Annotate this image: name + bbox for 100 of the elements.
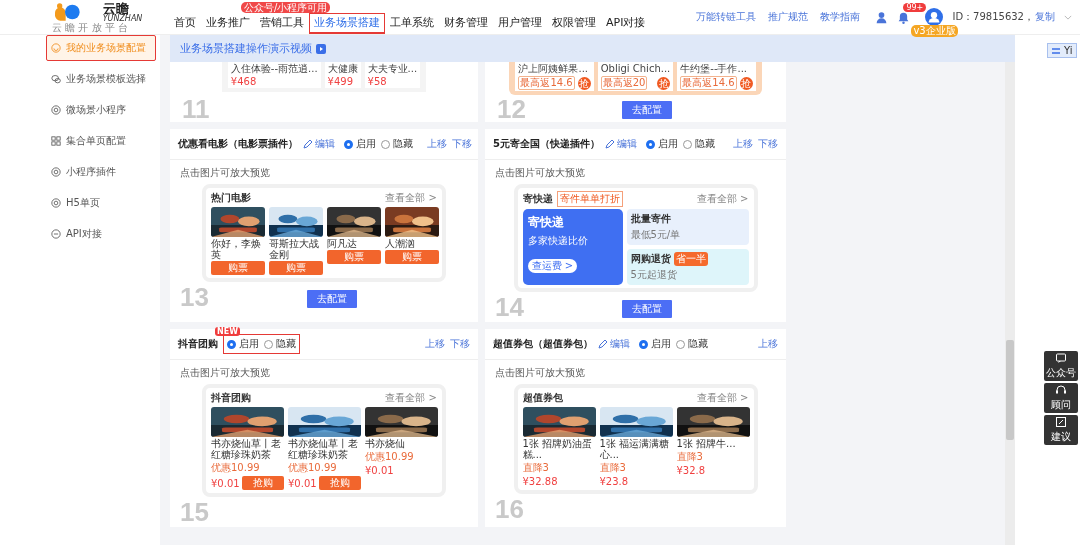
configure-button[interactable]: 去配置 bbox=[621, 300, 672, 318]
tile-title: 寄快递 bbox=[527, 214, 565, 231]
view-all-link: 查看全部 > bbox=[385, 191, 437, 205]
sidebar-item[interactable]: 集合单页配置 bbox=[46, 128, 156, 154]
buy-button: 抢购 bbox=[241, 476, 284, 490]
preview-card[interactable]: 入住体验--雨范逍... ¥468 大健康 ¥499 大夫专业... ¥58 bbox=[221, 62, 427, 92]
preview-card[interactable]: 热门电影 查看全部 > 你好，李焕英 购票 哥斯拉大战金刚 购票 阿凡达 购票 人潮汹 购票 bbox=[202, 184, 446, 282]
price-check-button: 查运费 > bbox=[527, 259, 578, 273]
radio-option[interactable]: 启用 bbox=[227, 337, 259, 351]
pencil-icon bbox=[303, 139, 313, 149]
nav-link[interactable]: 万能转链工具 bbox=[696, 10, 757, 24]
move-link[interactable]: 下移 bbox=[450, 337, 470, 351]
card-title: 超值券包（超值券包） bbox=[493, 337, 593, 351]
move-link[interactable]: 下移 bbox=[758, 137, 778, 151]
pencil-icon bbox=[598, 339, 608, 349]
float-tool-button[interactable]: 公众号 bbox=[1044, 351, 1078, 381]
preview-title: 寄快递 bbox=[522, 192, 553, 206]
radio-option[interactable]: 隐藏 bbox=[682, 137, 715, 151]
edit-link[interactable]: 编辑 bbox=[598, 337, 630, 351]
shop-name: 牛约堡--手作... bbox=[680, 63, 749, 75]
scrollbar-thumb[interactable] bbox=[1006, 340, 1014, 440]
preview-title: 热门电影 bbox=[211, 191, 251, 205]
item-title: 大夫专业... bbox=[367, 63, 418, 75]
item-tag: 优惠10.99 bbox=[288, 461, 361, 475]
float-tool-button[interactable]: 建议 bbox=[1044, 415, 1078, 445]
banner[interactable]: 业务场景搭建操作演示视频 bbox=[170, 35, 1015, 62]
nav-menu-item[interactable]: 用户管理 bbox=[493, 13, 547, 34]
sidebar-item[interactable]: API对接 bbox=[46, 221, 156, 247]
item-price: ¥0.01 bbox=[365, 465, 394, 476]
logo-tagline: 云 瞻 开 放 平 台 bbox=[52, 22, 129, 33]
float-tool-button[interactable]: 顾问 bbox=[1044, 383, 1078, 413]
radio-option[interactable]: 启用 bbox=[344, 137, 376, 151]
avatar-icon[interactable] bbox=[925, 8, 944, 26]
move-link[interactable]: 下移 bbox=[452, 137, 472, 151]
nav-link[interactable]: 推广规范 bbox=[768, 10, 809, 24]
ring-icon bbox=[51, 198, 61, 208]
logo-subtitle: YUNZHAN bbox=[102, 14, 144, 23]
promo-tag: 省一半 bbox=[673, 252, 708, 266]
nav-menu-item[interactable]: 工单系统 bbox=[385, 13, 439, 34]
move-link[interactable]: 上移 bbox=[427, 137, 447, 151]
item-title: 书亦烧仙草丨老红糖珍珠奶茶 bbox=[211, 438, 282, 460]
item-price: ¥468 bbox=[230, 76, 258, 87]
sidebar-item[interactable]: 微场景小程序 bbox=[46, 97, 156, 123]
move-link[interactable]: 上移 bbox=[425, 337, 445, 351]
sidebar-item[interactable]: H5单页 bbox=[46, 190, 156, 216]
preview-card[interactable]: 寄快递 寄件单单打折 查看全部 > 寄快递 多家快递比价 查运费 > 批量寄件 最低5元/单 网购退货 省一半 5元起退货 bbox=[513, 184, 758, 292]
move-link[interactable]: 上移 bbox=[758, 337, 778, 351]
nav-menu-item[interactable]: 营销工具 bbox=[255, 13, 309, 34]
sidebar-item[interactable]: 小程序插件 bbox=[46, 159, 156, 185]
view-all-link: 查看全部 > bbox=[385, 391, 437, 405]
tile-title: 网购退货 bbox=[630, 252, 671, 266]
item-title: 大健康 bbox=[327, 63, 358, 75]
minus-icon bbox=[51, 229, 61, 239]
grab-button: 抢 bbox=[577, 76, 591, 90]
preview-card[interactable]: 抖音团购 查看全部 > 书亦烧仙草丨老红糖珍珠奶茶 优惠10.99 ¥0.01 抢购 书亦烧仙草丨老红糖珍珠奶茶 优惠10.99 ¥0.01 抢购 书亦烧仙 优惠10.99 ¥0.01 bbox=[202, 384, 446, 497]
item-price: ¥32.88 bbox=[522, 476, 558, 487]
item-tag: 优惠10.99 bbox=[211, 461, 284, 475]
move-link[interactable]: 上移 bbox=[733, 137, 753, 151]
shop-name: 沪上阿姨鲜果... bbox=[518, 63, 589, 75]
edit-icon bbox=[1055, 416, 1067, 428]
radio-option[interactable]: 隐藏 bbox=[381, 137, 413, 151]
nav-menu-item[interactable]: 权限管理 bbox=[547, 13, 601, 34]
translate-toggle[interactable]: Yi bbox=[1047, 43, 1077, 58]
item-tag: 直降3 bbox=[522, 461, 596, 475]
bell-icon[interactable] bbox=[897, 10, 911, 24]
tile-subtitle: 多家快递比价 bbox=[527, 234, 589, 248]
rebate-tag: 最高返14.6 bbox=[518, 76, 575, 90]
edit-link[interactable]: 编辑 bbox=[604, 137, 637, 151]
nav-menu-item[interactable]: 财务管理 bbox=[439, 13, 493, 34]
buy-button: 抢购 bbox=[318, 476, 361, 490]
radio-option[interactable]: 启用 bbox=[639, 337, 671, 351]
item-tag: 直降3 bbox=[599, 461, 673, 475]
promo-tag: 寄件单单打折 bbox=[556, 191, 623, 207]
copy-link[interactable]: 复制 bbox=[1035, 10, 1055, 24]
item-title: 你好，李焕英 bbox=[211, 238, 262, 260]
preview-title: 超值券包 bbox=[522, 391, 563, 405]
nav-menu-item[interactable]: API对接 bbox=[601, 13, 651, 34]
tile-subtitle: 5元起退货 bbox=[630, 268, 678, 282]
radio-option[interactable]: 隐藏 bbox=[264, 337, 296, 351]
edit-link[interactable]: 编辑 bbox=[303, 137, 335, 151]
preview-card[interactable]: 沪上阿姨鲜果... 最高返14.6 抢 Obligi Chich... 最高返20 抢 牛约堡--手作... 最高返14.6 抢 bbox=[509, 62, 762, 95]
configure-button[interactable]: 去配置 bbox=[621, 101, 672, 119]
nav-menu-item[interactable]: 业务推广 bbox=[201, 13, 255, 34]
item-title: 入住体验--雨范逍... bbox=[230, 63, 318, 75]
person-icon[interactable] bbox=[875, 10, 889, 24]
radio-option[interactable]: 隐藏 bbox=[676, 337, 708, 351]
pencil-icon bbox=[604, 139, 615, 149]
preview-title: 抖音团购 bbox=[211, 391, 251, 405]
scrollbar[interactable] bbox=[1005, 62, 1015, 545]
sidebar-item[interactable]: 业务场景模板选择 bbox=[46, 66, 156, 92]
nav-menu-item[interactable]: 首页 bbox=[169, 13, 201, 34]
grab-button: 抢 bbox=[657, 76, 671, 90]
nav-link[interactable]: 教学指南 bbox=[820, 10, 861, 24]
configure-button[interactable]: 去配置 bbox=[306, 290, 357, 308]
shop-name: Obligi Chich... bbox=[600, 63, 671, 75]
item-title: 书亦烧仙 bbox=[365, 438, 406, 449]
chat-icon bbox=[51, 74, 61, 84]
radio-option[interactable]: 启用 bbox=[645, 137, 678, 151]
preview-card[interactable]: 超值券包 查看全部 > 1张 招牌奶油蛋糕... 直降3 ¥32.88 1张 福运满满糖心... 直降3 ¥23.8 1张 招牌牛... 直降3 ¥32.8 bbox=[513, 384, 758, 494]
item-tag: 优惠10.99 bbox=[365, 450, 438, 464]
